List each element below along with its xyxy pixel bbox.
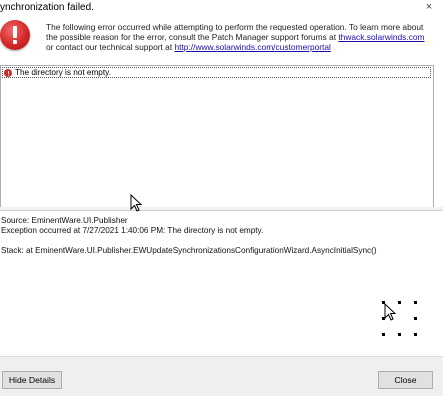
list-item[interactable]: The directory is not empty. [2,67,431,78]
window-title: ynchronization failed. [0,2,94,13]
details-source: Source: EminentWare.UI.Publisher [1,216,128,225]
close-icon[interactable]: × [423,0,435,14]
footer: Hide Details Close [0,356,443,396]
selection-handles-icon [382,301,418,337]
details-stack: Stack: at EminentWare.UI.Publisher.EWUpd… [1,246,377,255]
error-item-text: The directory is not empty. [15,68,111,77]
details-exception: Exception occurred at 7/27/2021 1:40:06 … [1,226,264,235]
title-bar: ynchronization failed. × [0,0,443,14]
error-message: The following error occurred while attem… [46,22,441,52]
error-message-line-1: The following error occurred while attem… [46,22,424,32]
details-panel: Source: EminentWare.UI.Publisher Excepti… [0,210,443,357]
error-list[interactable]: The directory is not empty. [0,65,434,208]
error-icon [0,20,30,50]
error-icon [4,69,12,77]
error-message-line-3: or contact our technical support at http… [46,42,441,52]
close-button[interactable]: Close [378,371,433,389]
error-message-line-2: the possible reason for the error, consu… [46,32,441,42]
forum-link[interactable]: thwack.solarwinds.com [338,32,424,42]
hide-details-button[interactable]: Hide Details [2,371,62,389]
support-link[interactable]: http://www.solarwinds.com/customerportal [175,42,331,52]
error-message-line-2-text: the possible reason for the error, consu… [46,32,339,42]
error-message-line-3-text: or contact our technical support at [46,42,175,52]
